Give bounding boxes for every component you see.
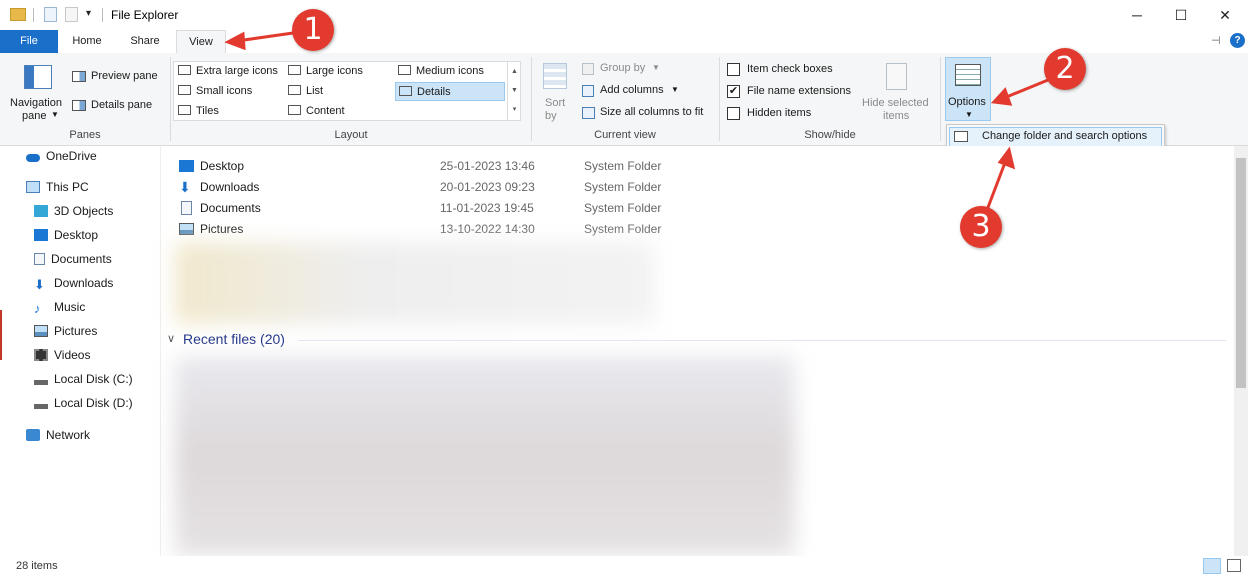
annotation-badge-2: 2 (1044, 48, 1086, 90)
arrow-head-icon (990, 87, 1013, 106)
annotation-badge-3: 3 (960, 206, 1002, 248)
annotation-arrow-2 (1003, 78, 1049, 100)
arrow-head-icon (224, 31, 246, 51)
arrow-head-icon (997, 146, 1016, 170)
annotation-arrow-1 (236, 31, 294, 43)
annotation-badge-1: 1 (292, 9, 334, 51)
annotation-arrow-3 (985, 159, 1008, 211)
